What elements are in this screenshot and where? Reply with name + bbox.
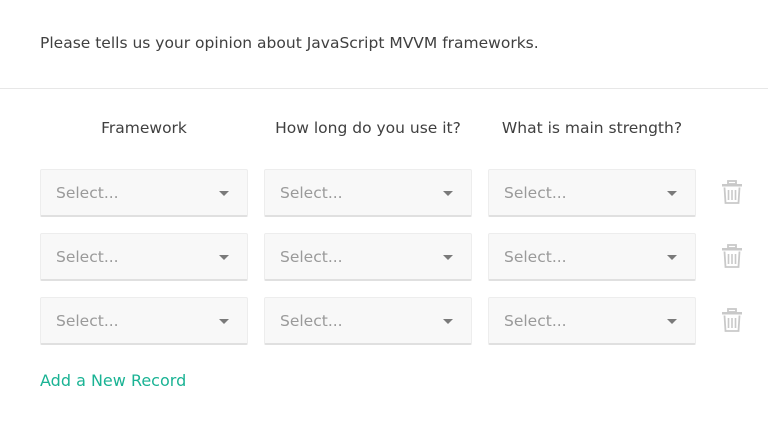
- chevron-down-icon: [667, 255, 677, 260]
- duration-dropdown[interactable]: Select...: [264, 297, 472, 345]
- chevron-down-icon: [667, 319, 677, 324]
- dropdown-placeholder: Select...: [56, 248, 119, 266]
- chevron-down-icon: [443, 191, 453, 196]
- chevron-down-icon: [443, 319, 453, 324]
- matrix-row: Select... Select... Select...: [40, 297, 760, 345]
- dropdown-placeholder: Select...: [280, 312, 343, 330]
- matrix-dropdown-question: Please tells us your opinion about JavaS…: [0, 0, 768, 441]
- framework-dropdown[interactable]: Select...: [40, 297, 248, 345]
- question-title: Please tells us your opinion about JavaS…: [40, 34, 539, 52]
- duration-dropdown[interactable]: Select...: [264, 169, 472, 217]
- matrix-row: Select... Select... Select...: [40, 233, 760, 281]
- dropdown-placeholder: Select...: [504, 248, 567, 266]
- dropdown-placeholder: Select...: [504, 312, 567, 330]
- duration-dropdown[interactable]: Select...: [264, 233, 472, 281]
- strength-dropdown[interactable]: Select...: [488, 169, 696, 217]
- chevron-down-icon: [443, 255, 453, 260]
- column-header-strength: What is main strength?: [501, 119, 683, 137]
- column-header-framework: Framework: [101, 119, 187, 137]
- column-header-duration: How long do you use it?: [275, 119, 461, 137]
- dropdown-placeholder: Select...: [504, 184, 567, 202]
- strength-dropdown[interactable]: Select...: [488, 233, 696, 281]
- chevron-down-icon: [219, 255, 229, 260]
- add-record-link[interactable]: Add a New Record: [40, 371, 186, 390]
- dropdown-placeholder: Select...: [280, 248, 343, 266]
- trash-icon[interactable]: [721, 180, 743, 204]
- chevron-down-icon: [219, 319, 229, 324]
- framework-dropdown[interactable]: Select...: [40, 169, 248, 217]
- chevron-down-icon: [219, 191, 229, 196]
- trash-icon[interactable]: [721, 244, 743, 268]
- header-divider: [0, 88, 768, 89]
- strength-dropdown[interactable]: Select...: [488, 297, 696, 345]
- framework-dropdown[interactable]: Select...: [40, 233, 248, 281]
- dropdown-placeholder: Select...: [56, 312, 119, 330]
- chevron-down-icon: [667, 191, 677, 196]
- dropdown-placeholder: Select...: [280, 184, 343, 202]
- matrix-row: Select... Select... Select...: [40, 169, 760, 217]
- trash-icon[interactable]: [721, 308, 743, 332]
- dropdown-placeholder: Select...: [56, 184, 119, 202]
